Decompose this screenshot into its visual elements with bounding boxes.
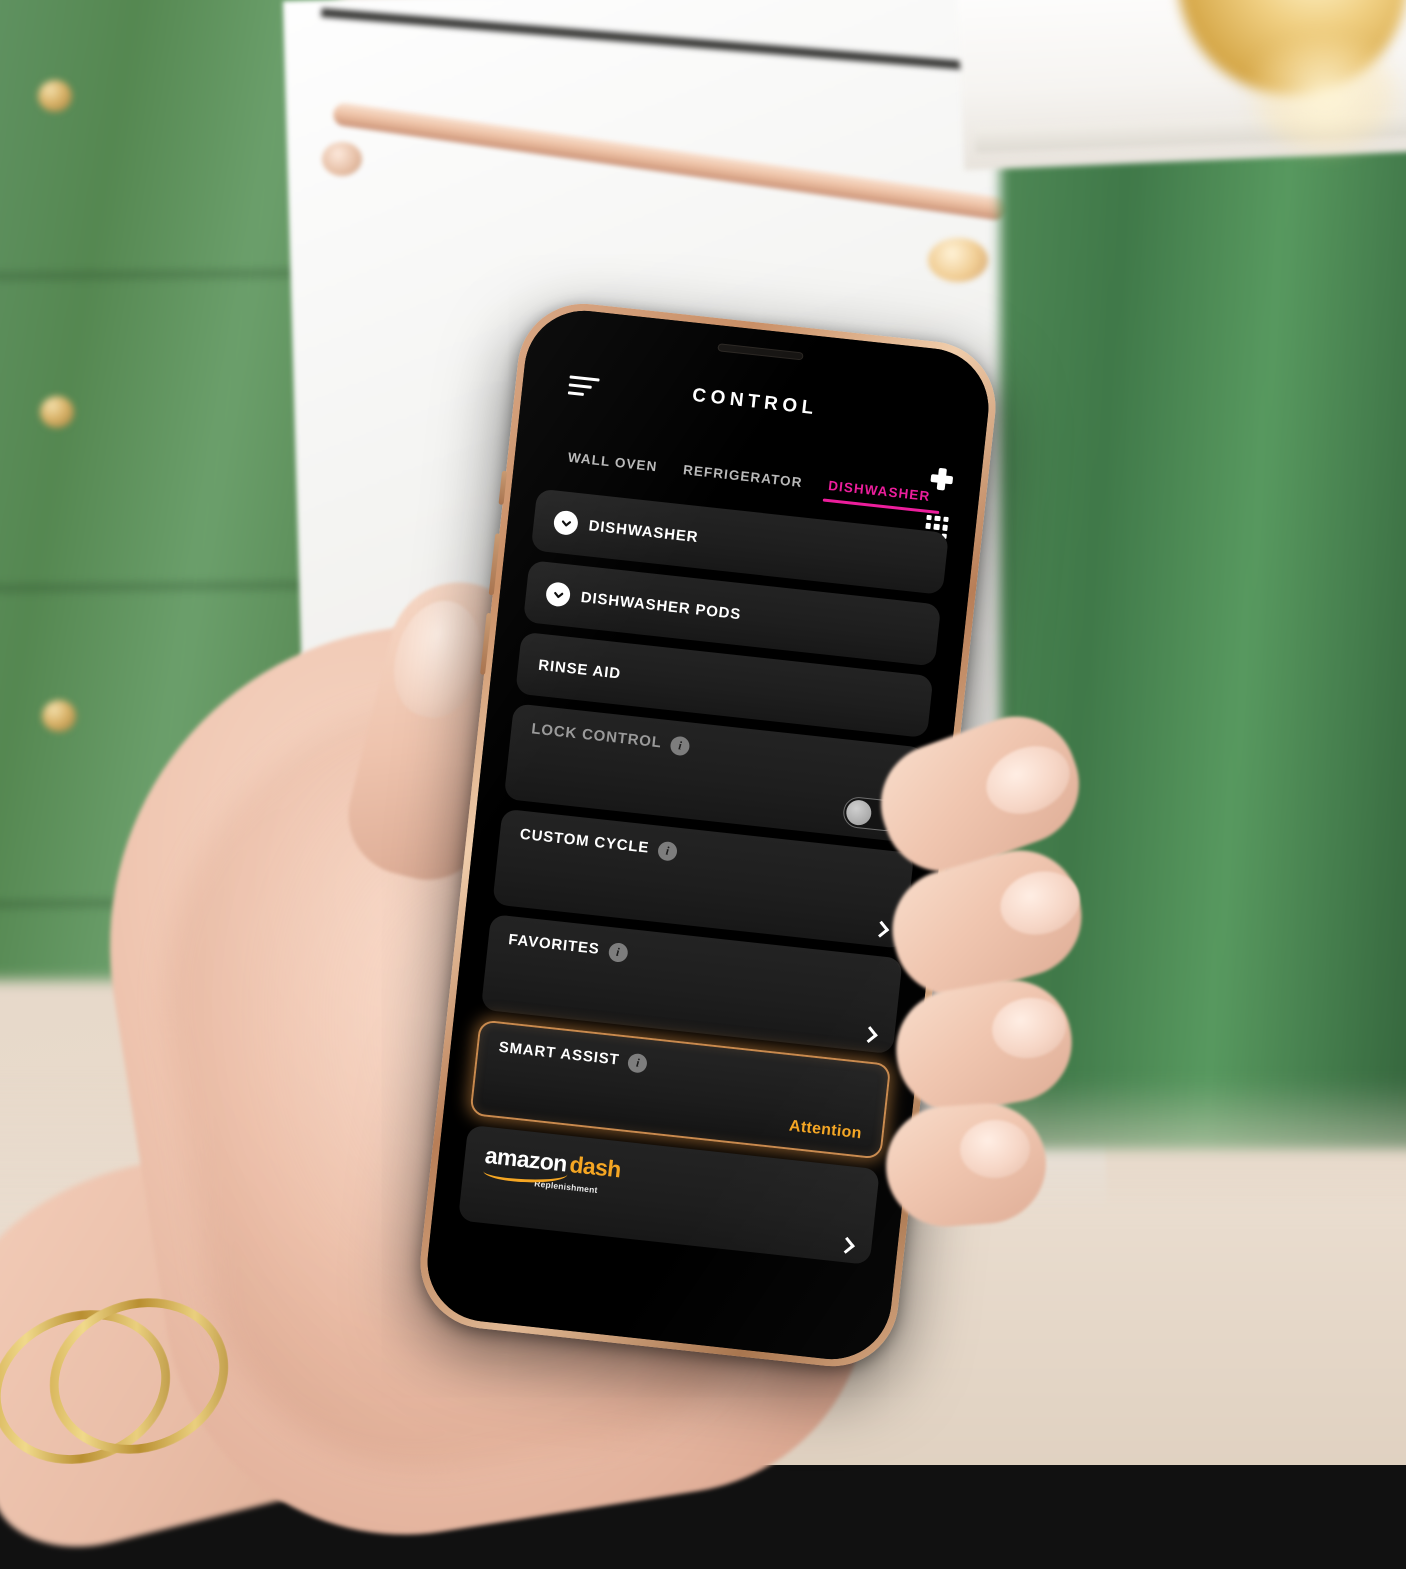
list-item-label: LOCK CONTROL: [530, 720, 663, 752]
toggle-knob: [845, 798, 873, 827]
chevron-right-icon[interactable]: [861, 1027, 875, 1041]
chevron-down-circle-icon: [552, 509, 580, 537]
list-item-label: SMART ASSIST: [497, 1038, 621, 1069]
list-item-label: CUSTOM CYCLE: [519, 825, 651, 857]
info-icon[interactable]: i: [656, 840, 678, 862]
list-item-label: DISHWASHER: [587, 516, 700, 546]
dash-word: dash: [568, 1151, 623, 1183]
amazon-smile-icon: [483, 1164, 567, 1182]
info-icon[interactable]: i: [669, 735, 691, 757]
info-icon[interactable]: i: [627, 1052, 649, 1074]
status-badge: Attention: [788, 1117, 863, 1143]
list-item-label: FAVORITES: [507, 931, 601, 958]
chevron-down-circle-icon: [544, 581, 572, 608]
info-icon[interactable]: i: [607, 941, 629, 963]
amazon-dash-logo: amazondash Replenishment: [482, 1142, 622, 1197]
list-item-label: RINSE AID: [537, 656, 622, 683]
chevron-right-icon[interactable]: [872, 921, 886, 935]
list-item-label: DISHWASHER PODS: [580, 588, 743, 623]
chevron-right-icon[interactable]: [838, 1238, 852, 1252]
